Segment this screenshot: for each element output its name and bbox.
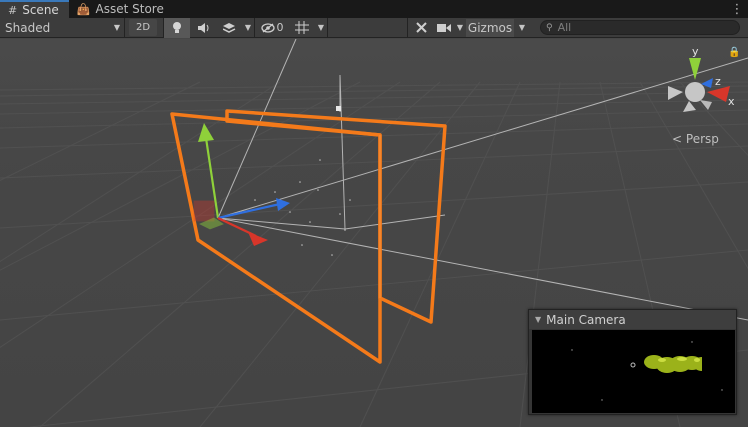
tab-scene-label: Scene: [22, 3, 59, 17]
camera-preview-panel: ▼ Main Camera: [528, 309, 737, 415]
gizmo-axis-z-label: z: [715, 75, 721, 88]
camera-preview-header[interactable]: ▼ Main Camera: [529, 310, 736, 329]
effects-toggle-button[interactable]: [216, 18, 242, 38]
persp-chevron-icon: <: [672, 132, 683, 146]
audio-toggle-button[interactable]: [190, 18, 216, 38]
lighting-toggle-button[interactable]: [164, 17, 190, 38]
toggle-2d-button[interactable]: 2D: [129, 19, 157, 36]
lock-icon[interactable]: 🔒: [728, 47, 740, 58]
speaker-icon: [197, 22, 208, 33]
collapse-triangle-icon: ▼: [535, 315, 542, 324]
camera-preview-title: Main Camera: [546, 312, 626, 327]
camera-icon: [437, 23, 451, 32]
search-input[interactable]: ⚲ All: [540, 20, 740, 35]
tab-scene[interactable]: # Scene: [0, 0, 69, 18]
camera-preview-image: [532, 330, 735, 413]
gizmo-axis-y-label: y: [692, 45, 699, 58]
more-menu-icon[interactable]: ⋮: [726, 0, 748, 18]
draw-mode-label: Shaded: [5, 20, 51, 35]
bag-icon: 👜: [76, 2, 91, 16]
toolbar-divider: [327, 17, 328, 38]
grid-toggle-button[interactable]: [289, 18, 315, 38]
wrench-icon: [415, 22, 427, 33]
grid-snap-icon: [295, 21, 309, 34]
effects-dropdown-caret[interactable]: ▼: [242, 18, 254, 38]
search-icon: ⚲: [546, 22, 553, 33]
projection-toggle[interactable]: < Persp: [672, 132, 719, 146]
hidden-count: 0: [276, 21, 284, 34]
layers-icon: [222, 22, 235, 33]
tab-bar: # Scene 👜 Asset Store ⋮: [0, 0, 748, 18]
projection-label: Persp: [685, 132, 719, 146]
gizmo-axis-x-label: x: [728, 95, 735, 108]
chevron-down-icon: ▼: [113, 23, 120, 32]
tools-button[interactable]: [408, 18, 434, 38]
scene-toolbar: Shaded ▼ 2D ▼ 0 ▼ ▼ Gizmos ▼ ⚲ All: [0, 17, 748, 38]
tab-asset-store-label: Asset Store: [95, 2, 164, 16]
tab-asset-store[interactable]: 👜 Asset Store: [69, 0, 174, 18]
scene-visibility-toggle[interactable]: 0: [255, 18, 289, 38]
gizmos-button[interactable]: Gizmos: [466, 18, 514, 37]
eye-slash-icon: [260, 22, 275, 33]
grid-dropdown-caret[interactable]: ▼: [315, 18, 327, 38]
scene-viewport[interactable]: 🔒 y z x < Persp ▼ Main Camera: [0, 39, 748, 427]
lightbulb-icon: [173, 22, 181, 33]
camera-preview-render: [532, 330, 735, 413]
camera-dropdown-caret[interactable]: ▼: [454, 18, 466, 38]
grid-icon: #: [8, 3, 18, 17]
camera-settings-button[interactable]: [434, 18, 454, 38]
frustum-handle: [336, 106, 341, 111]
toolbar-divider: [124, 17, 125, 38]
search-placeholder: All: [557, 21, 572, 34]
gizmos-dropdown-caret[interactable]: ▼: [514, 18, 530, 38]
draw-mode-dropdown[interactable]: Shaded ▼: [0, 18, 124, 38]
